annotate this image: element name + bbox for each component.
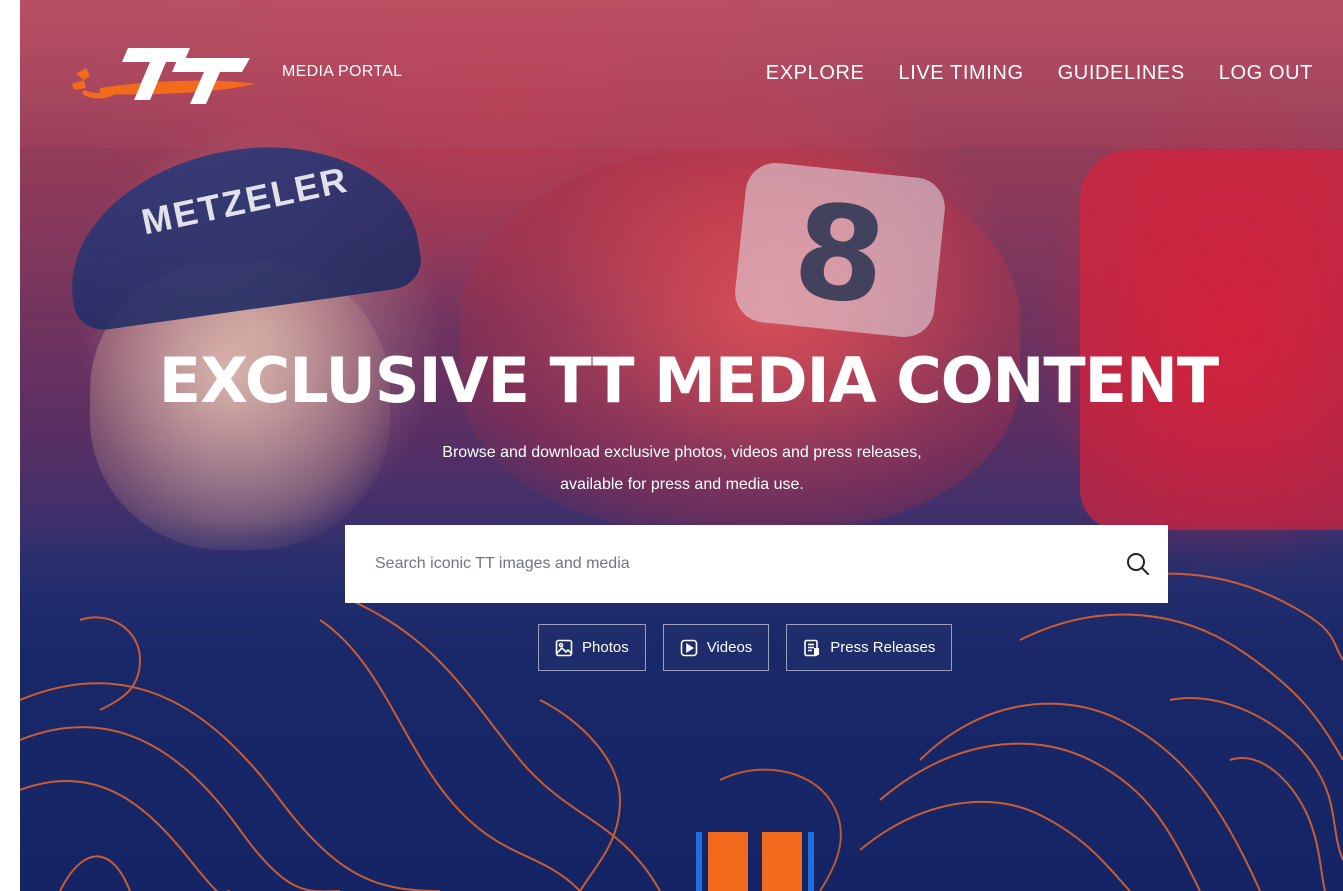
filter-photos-button[interactable]: Photos bbox=[538, 624, 646, 671]
document-icon bbox=[804, 639, 820, 656]
filter-press-releases-label: Press Releases bbox=[830, 639, 936, 656]
main-nav: EXPLORE LIVE TIMING GUIDELINES LOG OUT bbox=[732, 62, 1313, 85]
nav-explore[interactable]: EXPLORE bbox=[766, 62, 865, 85]
image-icon bbox=[555, 639, 573, 656]
search-icon[interactable] bbox=[1108, 551, 1168, 577]
hero-subtitle-line-1: Browse and download exclusive photos, vi… bbox=[442, 444, 922, 461]
nav-live-timing[interactable]: LIVE TIMING bbox=[898, 62, 1023, 85]
tt-logo-icon[interactable] bbox=[70, 40, 260, 110]
filter-videos-label: Videos bbox=[706, 639, 753, 656]
hero-subtitle-line-2: available for press and media use. bbox=[560, 476, 804, 493]
nav-guidelines[interactable]: GUIDELINES bbox=[1058, 62, 1185, 85]
brand-stripes-graphic bbox=[696, 832, 814, 891]
play-icon bbox=[680, 639, 698, 656]
hero-subtitle: Browse and download exclusive photos, vi… bbox=[20, 437, 1343, 501]
filter-chips: Photos Videos Press Releases bbox=[538, 624, 969, 671]
search-bar bbox=[345, 525, 1168, 603]
filter-videos-button[interactable]: Videos bbox=[662, 624, 770, 671]
portal-label: MEDIA PORTAL bbox=[282, 63, 403, 80]
search-input[interactable] bbox=[345, 525, 1108, 603]
hero-section: 8 METZELER MEDIA PORTAL EXPLORE LIVE TIM… bbox=[20, 0, 1343, 891]
hero-headline: EXCLUSIVE TT MEDIA CONTENT bbox=[158, 344, 1219, 417]
nav-log-out[interactable]: LOG OUT bbox=[1219, 62, 1313, 85]
filter-photos-label: Photos bbox=[582, 639, 629, 656]
filter-press-releases-button[interactable]: Press Releases bbox=[786, 624, 953, 671]
